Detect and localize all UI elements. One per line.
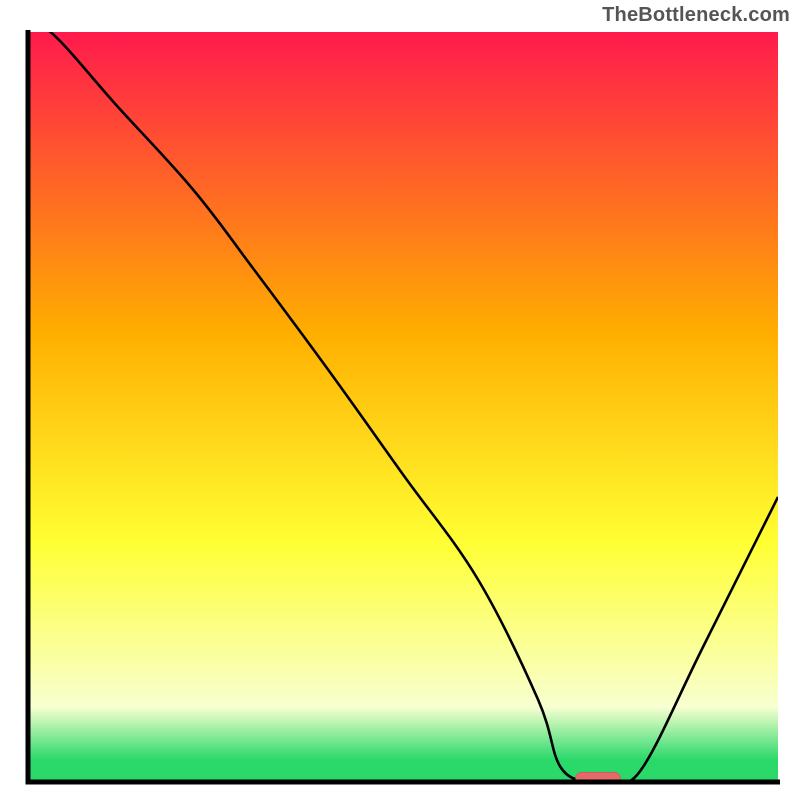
gradient-background xyxy=(28,32,778,782)
chart-area xyxy=(20,30,780,790)
watermark-text: TheBottleneck.com xyxy=(602,4,790,27)
chart-svg xyxy=(20,30,780,790)
